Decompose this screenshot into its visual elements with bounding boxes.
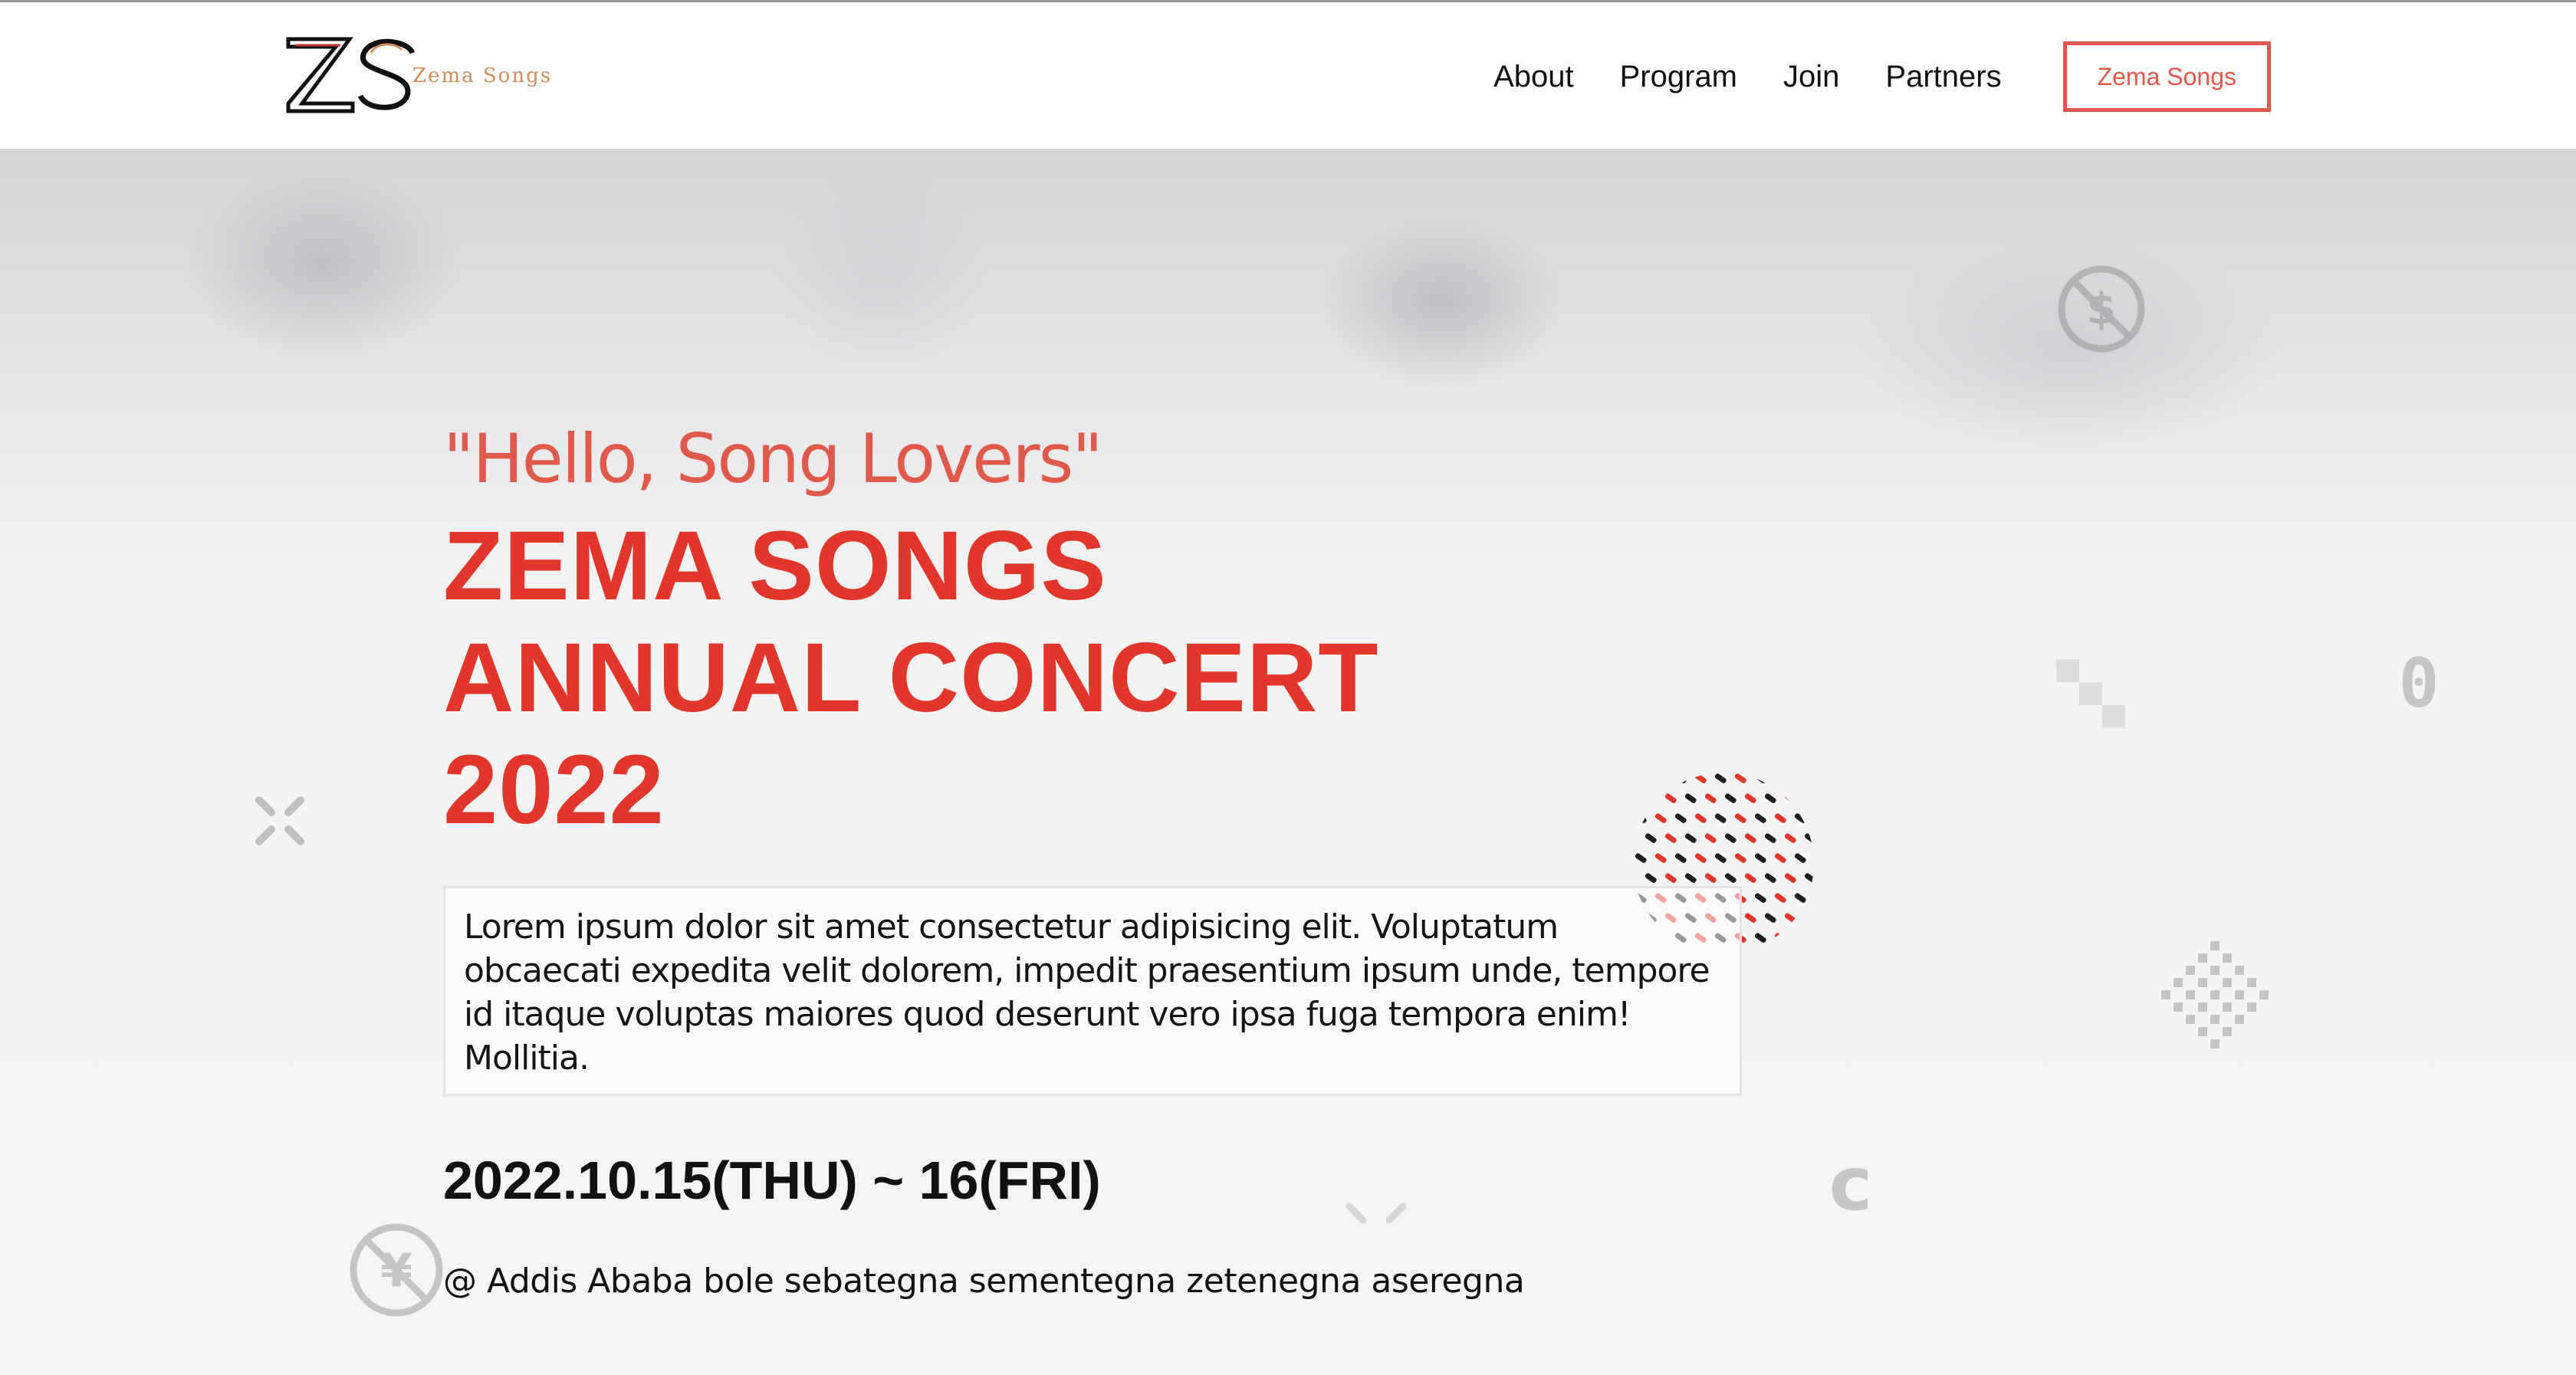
event-venue: @ Addis Ababa bole sebategna sementegna … [443,1262,1525,1301]
logo-text: Zema Songs [412,64,553,87]
main-nav: About Program Join Partners Zema Songs [1493,36,2271,117]
pixel-diamond-icon [2161,941,2269,1048]
hero-content: "Hello, Song Lovers" ZEMA SONGS ANNUAL C… [443,417,1900,1301]
zs-monogram-icon [286,37,416,113]
nav-join-link[interactable]: Join [1783,60,1839,94]
hero-greeting: "Hello, Song Lovers" [443,419,1103,498]
site-logo[interactable]: Zema Songs [285,31,552,114]
svg-text:¥: ¥ [380,1244,412,1298]
hero-title: ZEMA SONGS ANNUAL CONCERT 2022 [443,510,1900,846]
pixel-steps-icon [2056,659,2125,728]
hero-title-line: ANNUAL CONCERT [443,623,1379,733]
hero-section: $ ¥ 0 c "Hello, Song Lovers" ZEMA SONGS … [0,149,2576,1375]
nav-program-link[interactable]: Program [1620,60,1737,94]
svg-text:$: $ [2087,284,2117,334]
hero-title-line: 2022 [443,735,665,845]
nav-partners-link[interactable]: Partners [1885,60,2001,94]
nav-about-link[interactable]: About [1493,60,1574,94]
close-x-icon [255,796,304,845]
event-date: 2022.10.15(THU) ~ 16(FRI) [443,1150,1101,1210]
svg-text:0: 0 [2399,647,2440,716]
hero-description: Lorem ipsum dolor sit amet consectetur a… [443,886,1742,1096]
zero-glyph-icon: 0 [2399,647,2440,716]
site-header: Zema Songs About Program Join Partners Z… [0,0,2576,149]
yen-coin-icon: ¥ [350,1223,443,1317]
hero-title-line: ZEMA SONGS [443,511,1107,621]
no-dollar-icon: $ [2058,265,2145,353]
zema-songs-cta-button[interactable]: Zema Songs [2062,41,2271,112]
